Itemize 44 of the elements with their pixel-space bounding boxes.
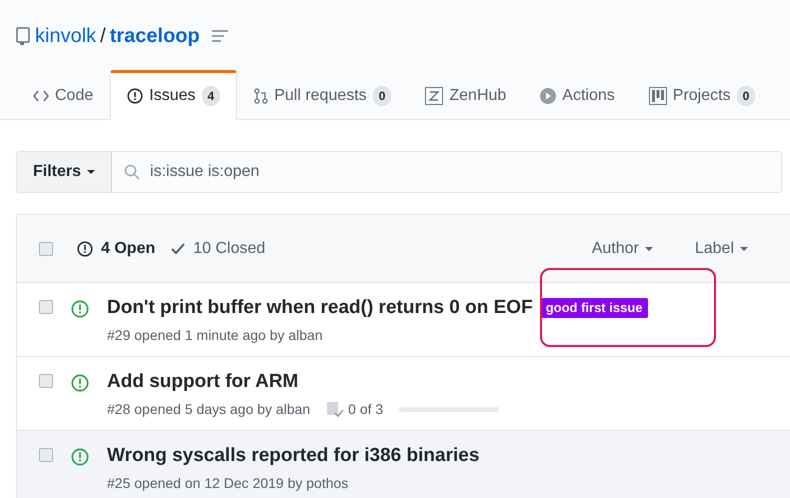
tab[interactable]: ZenHub: [408, 70, 524, 120]
issue-title-link[interactable]: Don't print buffer when read() returns 0 on EOF: [107, 296, 533, 320]
open-issue-icon: [71, 374, 89, 392]
issue-meta: #25 opened on 12 Dec 2019 by pothos: [107, 474, 348, 492]
filter-dropdown[interactable]: Label: [694, 236, 748, 260]
issue-meta: #29 opened 1 minute ago by alban: [107, 326, 323, 344]
tab[interactable]: Projects 0: [632, 70, 772, 120]
code-icon: [33, 89, 49, 103]
issue-icon: [127, 88, 144, 104]
repo-owner-link[interactable]: kinvolk: [35, 21, 96, 51]
task-count: 0 of 3: [348, 400, 384, 418]
count-badge: 0: [372, 86, 392, 106]
open-issue-icon: [71, 448, 89, 466]
pull-request-icon: [254, 88, 268, 104]
check-icon: [171, 242, 186, 254]
issue-label[interactable]: good first issue: [540, 298, 648, 318]
issue-icon: [77, 240, 93, 256]
project-board-icon: [648, 87, 667, 105]
issue-title-link[interactable]: Wrong syscalls reported for i386 binaries: [107, 444, 480, 468]
tab[interactable]: Pull requests 0: [237, 70, 408, 120]
closed-issues-link[interactable]: 10 Closed: [171, 236, 266, 260]
filters-button[interactable]: Filters: [16, 151, 112, 193]
repo-name-link[interactable]: traceloop: [110, 21, 200, 51]
task-list-icon: [326, 401, 344, 417]
checkbox[interactable]: [39, 300, 53, 314]
search-field[interactable]: is:issue is:open: [112, 151, 782, 193]
count-badge: 4: [202, 86, 220, 106]
count-badge: 0: [736, 86, 756, 106]
issue-meta: #28 opened 5 days ago by alban: [107, 400, 310, 418]
zenhub-icon: [425, 87, 444, 105]
repo-icon: [16, 27, 31, 45]
open-issues-link[interactable]: 4 Open: [77, 236, 156, 260]
tab[interactable]: Actions: [523, 70, 632, 120]
menu-icon[interactable]: [212, 30, 228, 42]
filter-dropdown[interactable]: Author: [592, 236, 653, 260]
checkbox[interactable]: [39, 242, 53, 256]
issue-title-link[interactable]: Add support for ARM: [107, 370, 298, 394]
path-separator: /: [100, 24, 106, 49]
open-issue-icon: [71, 300, 89, 318]
checkbox[interactable]: [39, 448, 53, 462]
play-icon: [540, 88, 556, 104]
checkbox[interactable]: [39, 374, 53, 388]
tab[interactable]: Issues 4: [110, 70, 238, 120]
tab[interactable]: Code: [16, 70, 110, 120]
